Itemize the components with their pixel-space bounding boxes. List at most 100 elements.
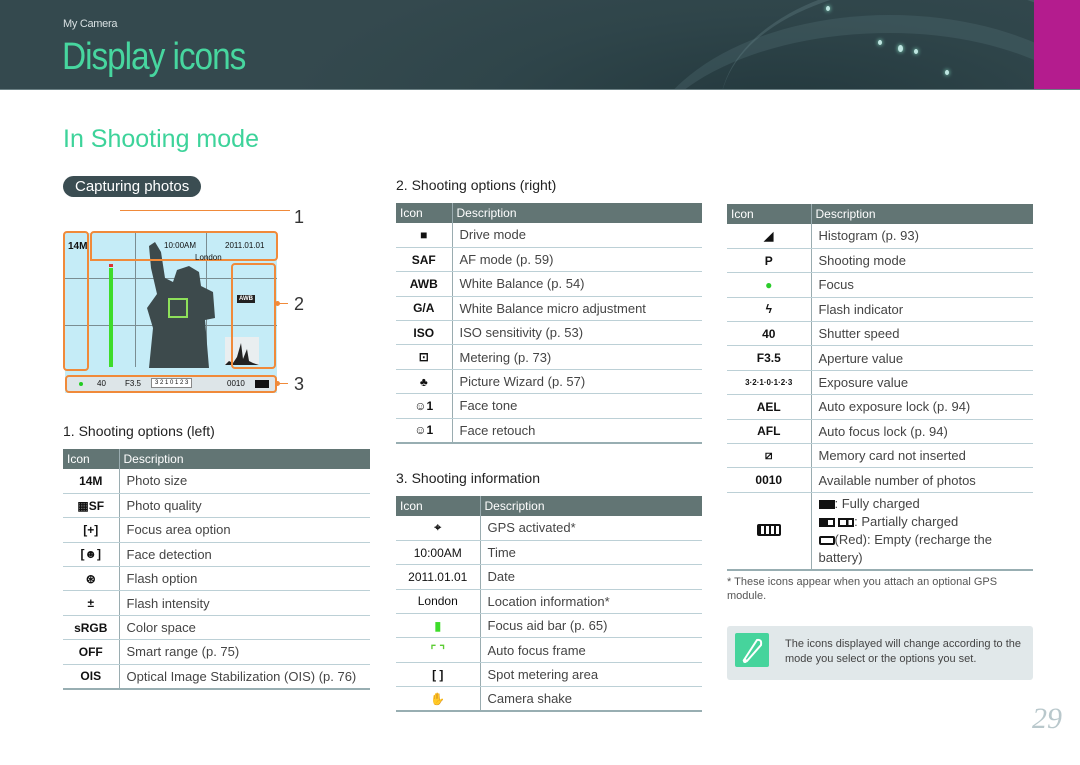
row-description: Focus area option: [119, 517, 370, 543]
banner-sparkle: [826, 6, 830, 11]
chapter-tab: [1034, 0, 1080, 89]
battery-description: : Fully charged : Partially charged (Red)…: [811, 492, 1033, 572]
callout-dot-3: [275, 381, 280, 386]
bottom-status-bar: 40 F3.5 3 2 1 0 1 2 3 0010: [65, 375, 277, 393]
table-row: ⊡ Metering (p. 73): [396, 344, 702, 370]
row-description: Flash option: [119, 566, 370, 592]
table-row: ■ Drive mode: [396, 223, 702, 248]
shooting-options-right-table: Icon Description ■ Drive mode SAF AF mode (p.…: [396, 203, 702, 444]
ael-icon: AEL: [727, 394, 812, 420]
row-description: Time: [480, 540, 702, 566]
shooting-information-table: Icon Description ⌖ GPS activated* 10:00AM Tim…: [396, 496, 702, 713]
drive-mode-icon: ■: [396, 223, 453, 248]
table-row: [ ] Spot metering area: [396, 662, 702, 688]
row-description: ISO sensitivity (p. 53): [452, 320, 702, 346]
face-detection-icon: [☻]: [63, 542, 120, 568]
shooting-info-right-table: Icon Description ◢ Histogram (p. 93) P Shooti…: [727, 204, 1033, 572]
row-description: Camera shake: [480, 686, 702, 713]
row-description: Shutter speed: [811, 321, 1033, 347]
page-title: Display icons: [62, 36, 246, 78]
callout-2: 2: [294, 294, 305, 314]
date-icon: 2011.01.01: [396, 564, 481, 590]
no-memory-card-icon: ⧄: [727, 443, 812, 469]
row-description: Memory card not inserted: [811, 443, 1033, 469]
table-header-row: Icon Description: [396, 496, 702, 516]
table-row: ● Focus: [727, 272, 1033, 298]
row-description: GPS activated*: [480, 516, 702, 541]
row-description: Drive mode: [452, 223, 702, 248]
table-row: ◢ Histogram (p. 93): [727, 224, 1033, 249]
row-description: Metering (p. 73): [452, 344, 702, 370]
afl-icon: AFL: [727, 419, 812, 445]
table-header-row: Icon Description: [727, 204, 1033, 224]
battery-empty-text: (Red): Empty (recharge the battery): [818, 532, 993, 566]
row-description: Picture Wizard (p. 57): [452, 369, 702, 395]
table-row: F3.5 Aperture value: [727, 345, 1033, 371]
table-row: ☺1 Face tone: [396, 393, 702, 419]
table-row: 0010 Available number of photos: [727, 467, 1033, 493]
awb-icon: AWB: [237, 295, 255, 303]
table-row: ISO ISO sensitivity (p. 53): [396, 320, 702, 346]
subsection-label: Capturing photos: [63, 176, 202, 197]
focus-aid-bar-top: [109, 264, 113, 267]
column-header-icon: Icon: [396, 203, 453, 223]
white-balance-icon: AWB: [396, 271, 453, 297]
battery-partial-icon: [818, 518, 835, 528]
picture-wizard-icon: ♣: [396, 369, 453, 395]
row-description: Spot metering area: [480, 662, 702, 688]
row-description: Photo size: [119, 469, 370, 494]
note-text: The icons displayed will change accordin…: [785, 638, 1022, 665]
row-description: Flash indicator: [811, 297, 1033, 323]
flash-intensity-icon: ±: [63, 590, 120, 616]
photo-quality-icon: ▦SF: [63, 493, 120, 519]
af-frame-icon: ⌜ ⌝: [396, 637, 481, 663]
table-row: P Shooting mode: [727, 248, 1033, 274]
table-left-heading: 1. Shooting options (left): [63, 423, 215, 439]
table-row: AFL Auto focus lock (p. 94): [727, 419, 1033, 445]
row-description: Auto focus lock (p. 94): [811, 419, 1033, 445]
focus-aid-bar-icon: ▮: [396, 613, 481, 639]
table-row: ⌜ ⌝ Auto focus frame: [396, 637, 702, 663]
table-row: ± Flash intensity: [63, 590, 370, 616]
location-text: London: [195, 253, 222, 262]
photo-count-icon: 0010: [727, 467, 812, 493]
table-header-row: Icon Description: [63, 449, 370, 469]
color-space-icon: sRGB: [63, 615, 120, 641]
iso-icon: ISO: [396, 320, 453, 346]
table-row: 3·2·1·0·1·2·3 Exposure value: [727, 370, 1033, 396]
row-description: Focus aid bar (p. 65): [480, 613, 702, 639]
focus-area-icon: [+]: [63, 517, 120, 543]
table-row: ▮ Focus aid bar (p. 65): [396, 613, 702, 639]
battery-low-icon: [838, 518, 855, 528]
table-row: [☻] Face detection: [63, 542, 370, 568]
shutter-text: 40: [97, 379, 106, 388]
callout-3: 3: [294, 374, 305, 394]
row-description: Location information*: [480, 589, 702, 615]
row-description: Shooting mode: [811, 248, 1033, 274]
row-description: Smart range (p. 75): [119, 639, 370, 665]
table-row: ✋ Camera shake: [396, 686, 702, 713]
table-row: ϟ Flash indicator: [727, 297, 1033, 323]
table-mid-heading: 2. Shooting options (right): [396, 177, 557, 193]
battery-partial-text: : Partially charged: [854, 514, 959, 530]
face-retouch-icon: ☺1: [396, 418, 453, 444]
column-header-icon: Icon: [63, 449, 120, 469]
photo-size-icon: 14M: [63, 469, 120, 494]
page-number: 29: [1032, 702, 1062, 735]
flash-option-icon: ⊛: [63, 566, 120, 592]
row-description: Optical Image Stabilization (OIS) (p. 76…: [119, 664, 370, 690]
table-header-row: Icon Description: [396, 203, 702, 223]
row-description: Face tone: [452, 393, 702, 419]
photo-size-icon: 14M: [68, 241, 88, 252]
pen-icon: [735, 633, 769, 667]
count-text: 0010: [227, 379, 245, 388]
header-banner: My Camera Display icons: [0, 0, 1080, 90]
table-row: 10:00AM Time: [396, 540, 702, 566]
focus-dot: [79, 382, 83, 386]
table-row: ⊛ Flash option: [63, 566, 370, 592]
table-row: OFF Smart range (p. 75): [63, 639, 370, 665]
battery-icon: [255, 380, 269, 388]
shutter-speed-icon: 40: [727, 321, 812, 347]
table-row: SAF AF mode (p. 59): [396, 247, 702, 273]
column-header-description: Description: [452, 203, 702, 223]
